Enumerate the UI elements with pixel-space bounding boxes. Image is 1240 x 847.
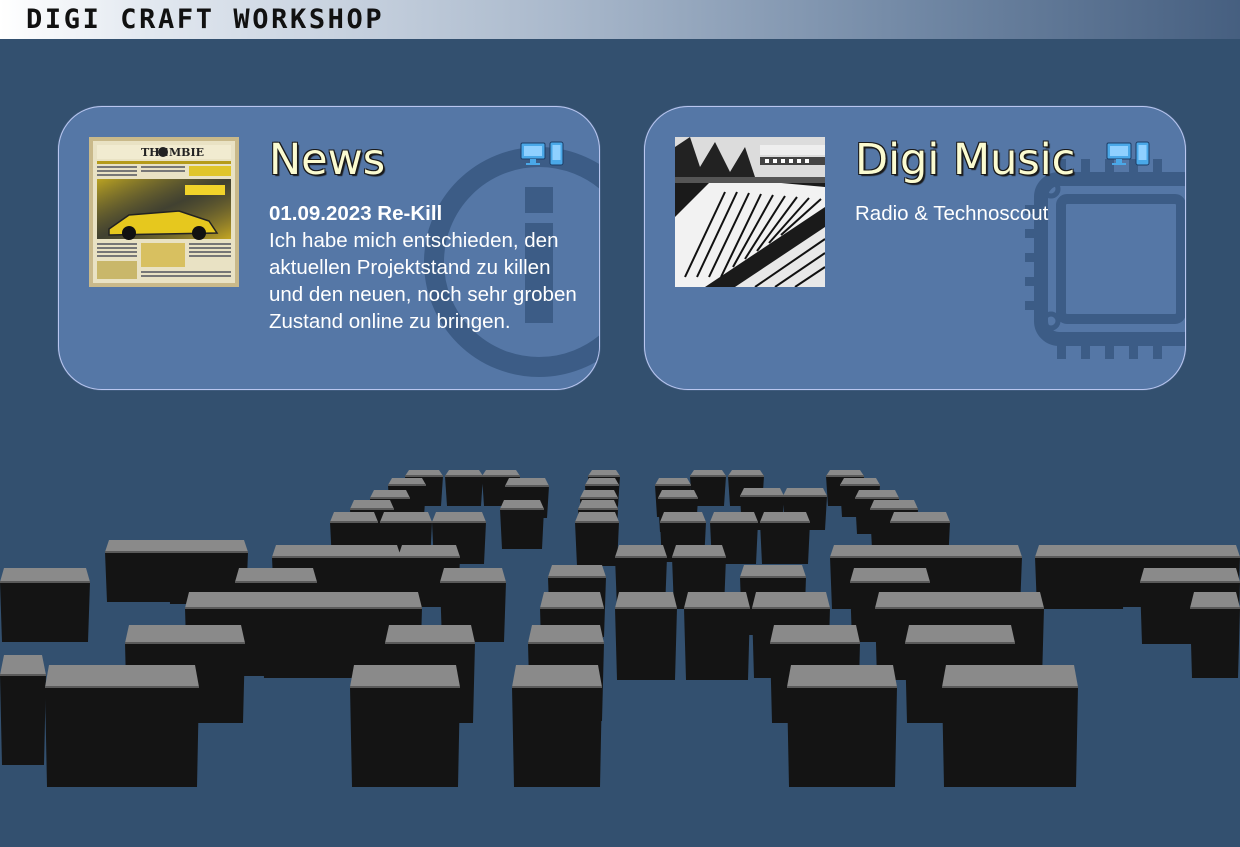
news-body: 01.09.2023 Re-Kill Ich habe mich entschi… xyxy=(269,200,579,335)
cube xyxy=(0,568,90,642)
cube xyxy=(684,592,750,680)
music-subtitle: Radio & Technoscout xyxy=(855,202,1049,225)
cube xyxy=(445,470,483,506)
header-bar: DIGI CRAFT WORKSHOP xyxy=(0,0,1240,39)
cube xyxy=(1190,592,1240,678)
svg-text:MBIE: MBIE xyxy=(169,146,204,159)
cube xyxy=(760,512,810,564)
music-body: Radio & Technoscout xyxy=(855,200,1165,227)
cube xyxy=(575,512,619,566)
synthesizer-keyboard-thumbnail[interactable] xyxy=(675,137,825,287)
site-title[interactable]: DIGI CRAFT WORKSHOP xyxy=(26,1,384,38)
news-card[interactable]: THE MBIE News 01.09.2023 Re-Kill Ich hab… xyxy=(58,106,600,390)
cube-field xyxy=(0,470,1240,787)
desktop-and-mobile-icon xyxy=(1106,141,1150,166)
cube xyxy=(45,665,199,787)
desktop-and-mobile-icon xyxy=(520,141,564,166)
newspaper-thumbnail[interactable]: THE MBIE xyxy=(89,137,239,287)
cube xyxy=(350,665,460,787)
cube xyxy=(500,500,544,549)
cube xyxy=(512,665,602,787)
music-title[interactable]: Digi Music xyxy=(855,135,1075,185)
cube xyxy=(787,665,897,787)
cube xyxy=(262,592,352,678)
news-text: Ich habe mich entschieden, den aktuellen… xyxy=(269,229,577,333)
news-title[interactable]: News xyxy=(269,135,385,185)
cube xyxy=(942,665,1078,787)
cube xyxy=(0,655,46,765)
music-card[interactable]: Digi Music Radio & Technoscout xyxy=(644,106,1186,390)
news-headline: 01.09.2023 Re-Kill xyxy=(269,202,443,225)
cube xyxy=(615,592,677,680)
